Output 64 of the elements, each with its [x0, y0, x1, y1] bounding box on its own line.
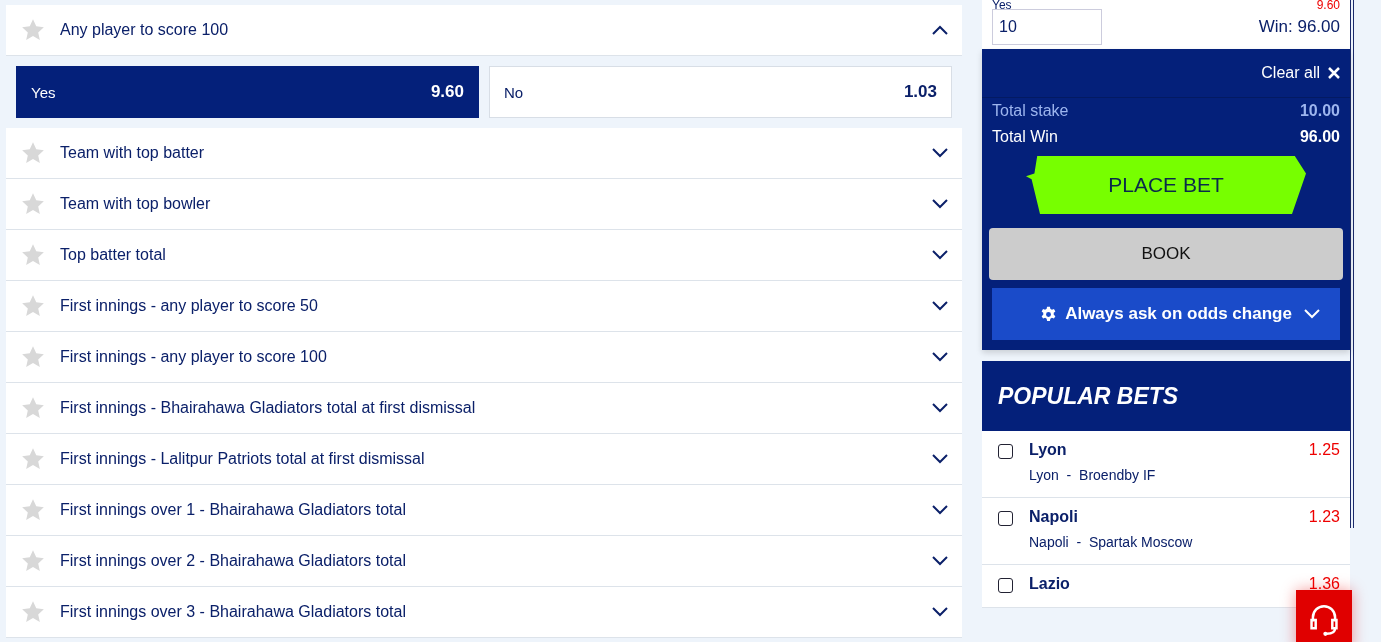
bet-odds[interactable]: 1.25 — [1308, 441, 1340, 459]
star-icon[interactable] — [20, 293, 46, 319]
odds-button[interactable]: Yes 9.60 — [16, 66, 479, 118]
star-icon[interactable] — [20, 395, 46, 421]
headset-icon — [1307, 602, 1341, 638]
market-title[interactable]: Any player to score 100 — [60, 21, 932, 39]
close-icon — [1328, 67, 1340, 79]
market-title[interactable]: First innings over 3 - Bhairahawa Gladiators total — [60, 603, 932, 621]
bet-name: Lyon — [1029, 441, 1067, 459]
chevron-down-icon[interactable] — [932, 301, 948, 311]
chevron-down-icon[interactable] — [932, 505, 948, 515]
total-win-value: 96.00 — [1299, 128, 1340, 146]
odds-change-dropdown[interactable]: Always ask on odds change — [992, 288, 1340, 340]
selection-odds: 9.60 — [1316, 0, 1340, 9]
market-title[interactable]: First innings - Bhairahawa Gladiators total at first dismissal — [60, 399, 932, 417]
market-title[interactable]: Team with top bowler — [60, 195, 932, 213]
star-icon[interactable] — [20, 344, 46, 370]
checkbox[interactable] — [998, 578, 1013, 593]
star-icon[interactable] — [20, 191, 46, 217]
book-button[interactable]: BOOK — [989, 228, 1343, 280]
chevron-down-icon[interactable] — [932, 556, 948, 566]
bet-odds[interactable]: 1.36 — [1308, 575, 1340, 593]
odds-button[interactable]: No 1.03 — [489, 66, 952, 118]
gear-icon — [1040, 305, 1058, 323]
bet-name: Napoli — [1029, 508, 1078, 526]
star-icon[interactable] — [20, 17, 46, 43]
chevron-down-icon[interactable] — [932, 199, 948, 209]
clear-all-button[interactable]: Clear all — [1261, 64, 1340, 82]
chevron-down-icon[interactable] — [932, 148, 948, 158]
support-button[interactable] — [1296, 590, 1352, 642]
chevron-down-icon[interactable] — [932, 403, 948, 413]
market-title[interactable]: Team with top batter — [60, 144, 932, 162]
star-icon[interactable] — [20, 242, 46, 268]
market-title[interactable]: First innings - any player to score 50 — [60, 297, 932, 315]
popular-bets-heading: POPULAR BETS — [982, 361, 1350, 431]
market-title[interactable]: First innings over 2 - Bhairahawa Gladiators total — [60, 552, 932, 570]
total-stake-label: Total stake — [992, 102, 1069, 120]
total-stake-value: 10.00 — [1299, 102, 1340, 120]
stake-input[interactable]: 10 — [992, 9, 1102, 45]
star-icon[interactable] — [20, 599, 46, 625]
match-name: Lyon - Broendby IF — [1029, 467, 1157, 483]
total-win-label: Total Win — [992, 128, 1058, 146]
market-title[interactable]: First innings over 1 - Bhairahawa Gladiators total — [60, 501, 932, 519]
chevron-down-icon[interactable] — [932, 352, 948, 362]
match-name: Napoli - Spartak Moscow — [1029, 534, 1194, 550]
market-title[interactable]: First innings - Lalitpur Patriots total at first dismissal — [60, 450, 932, 468]
star-icon[interactable] — [20, 497, 46, 523]
star-icon[interactable] — [20, 446, 46, 472]
market-title[interactable]: First innings - any player to score 100 — [60, 348, 932, 366]
checkbox[interactable] — [998, 444, 1013, 459]
star-icon[interactable] — [20, 548, 46, 574]
chevron-down-icon — [1304, 309, 1320, 319]
chevron-down-icon[interactable] — [932, 250, 948, 260]
checkbox[interactable] — [998, 511, 1013, 526]
chevron-down-icon[interactable] — [932, 607, 948, 617]
star-icon[interactable] — [20, 140, 46, 166]
chevron-down-icon[interactable] — [932, 454, 948, 464]
bet-name: Lazio — [1029, 575, 1070, 593]
place-bet-button[interactable]: PLACE BET — [1026, 156, 1306, 214]
potential-win: Win: 96.00 — [1258, 17, 1340, 37]
bet-odds[interactable]: 1.23 — [1308, 508, 1340, 526]
selection-label: Yes — [992, 0, 1012, 9]
chevron-up-icon[interactable] — [932, 25, 948, 35]
market-title[interactable]: Top batter total — [60, 246, 932, 264]
